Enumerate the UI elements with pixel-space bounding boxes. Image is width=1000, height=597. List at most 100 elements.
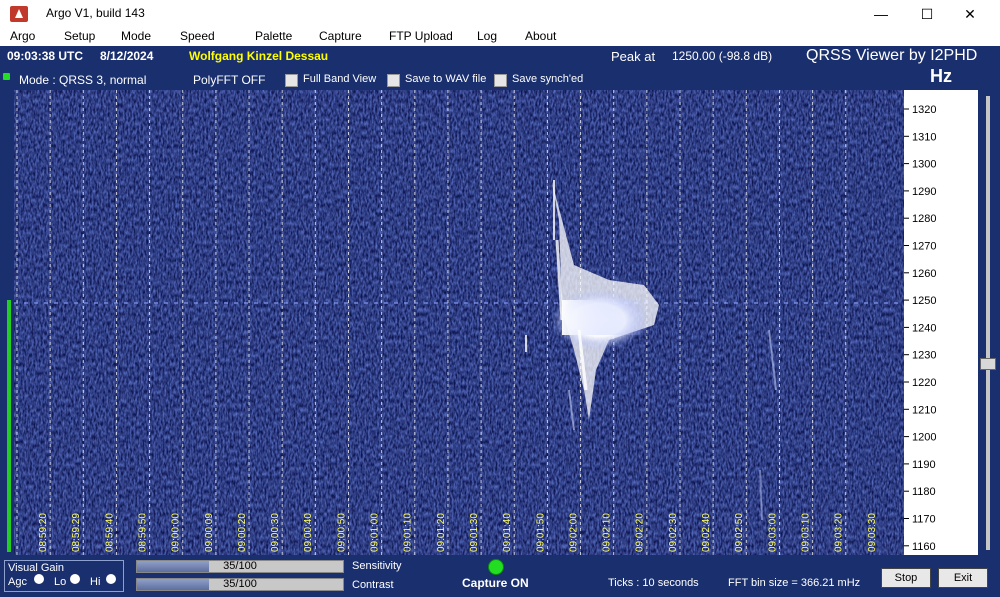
frequency-slider-thumb[interactable] [980,358,996,370]
freq-tick-label: 1270 [912,241,936,253]
exit-button[interactable]: Exit [938,568,988,588]
time-tick-label: 09:03:00 [767,513,778,552]
menu-speed[interactable]: Speed [180,28,215,44]
time-tick-label: 09:02:20 [635,513,646,552]
frequency-axis: 1320 1310 1300 1290 1280 1270 1260 1250 1240 1230… [904,104,936,553]
freq-tick-label: 1250 [912,295,936,307]
frequency-slider-track[interactable] [986,96,990,550]
time-tick-label: 09:00:00 [171,513,182,552]
freq-tick-label: 1310 [912,131,936,143]
menu-about[interactable]: About [525,28,556,44]
contrast-label: Contrast [352,579,394,591]
freq-tick-label: 1170 [912,514,936,526]
freq-tick-label: 1290 [912,186,936,198]
status-led [3,73,10,80]
contrast-value: 35/100 [223,578,257,590]
time-tick-label: 09:01:00 [370,513,381,552]
menu-setup[interactable]: Setup [64,28,95,44]
app-window: Argo V1, build 143 — ☐ ✕ Argo Setup Mode… [0,0,1000,597]
date: 8/12/2024 [100,49,154,63]
time-tick-label: 08:59:20 [38,513,49,552]
waterfall-noise [14,90,904,555]
stop-button[interactable]: Stop [881,568,931,588]
save-wav-checkbox[interactable] [387,74,400,87]
time-tick-label: 09:01:50 [535,513,546,552]
time-tick-label: 09:00:40 [303,513,314,552]
time-tick-label: 09:02:10 [602,513,613,552]
time-tick-label: 09:00:09 [204,513,215,552]
freq-tick-label: 1180 [912,486,936,498]
full-band-view-checkbox[interactable] [285,74,298,87]
time-tick-label: 09:02:30 [668,513,679,552]
time-tick-label: 09:00:30 [270,513,281,552]
time-tick-label: 09:02:50 [734,513,745,552]
agc-label: Agc [8,576,27,588]
menu-capture[interactable]: Capture [319,28,362,44]
contrast-bar[interactable]: 35/100 [136,578,344,591]
time-tick-label: 09:01:40 [502,513,513,552]
hi-radio[interactable] [106,574,116,584]
utc-time: 09:03:38 UTC [7,49,84,63]
waterfall-display[interactable]: 08:59:20 08:59:29 08:59:40 08:59:50 09:00:00… [14,90,904,555]
time-tick-label: 09:01:20 [436,513,447,552]
visual-gain-label: Visual Gain [8,562,65,574]
capture-status: Capture ON [462,576,529,590]
agc-radio[interactable] [34,574,44,584]
menu-argo[interactable]: Argo [10,28,35,44]
station-name: Wolfgang Kinzel Dessau [189,49,329,63]
menu-bar: Argo Setup Mode Speed Palette Capture FT… [0,28,1000,46]
lo-radio[interactable] [70,574,80,584]
minimize-button[interactable]: — [866,4,896,24]
freq-tick-label: 1190 [912,459,936,471]
time-tick-label: 09:00:50 [336,513,347,552]
sensitivity-value: 35/100 [223,560,257,572]
time-tick-label: 09:01:30 [469,513,480,552]
freq-tick-label: 1320 [912,104,936,116]
save-synched-label: Save synch'ed [512,73,584,85]
freq-tick-label: 1160 [912,541,936,553]
capture-led-icon [488,559,504,575]
freq-tick-label: 1260 [912,268,936,280]
save-synched-checkbox[interactable] [494,74,507,87]
title-bar: Argo V1, build 143 — ☐ ✕ [0,0,1000,28]
time-tick-label: 09:02:00 [568,513,579,552]
polyfft-status[interactable]: PolyFFT OFF [193,73,265,87]
menu-log[interactable]: Log [477,28,497,44]
menu-ftp-upload[interactable]: FTP Upload [389,28,453,44]
maximize-button[interactable]: ☐ [912,4,942,24]
frequency-scale: 1320 1310 1300 1290 1280 1270 1260 1250 1240 1230… [904,90,978,555]
sensitivity-bar[interactable]: 35/100 [136,560,344,573]
time-tick-label: 09:03:10 [800,513,811,552]
menu-palette[interactable]: Palette [255,28,292,44]
freq-tick-label: 1230 [912,350,936,362]
freq-tick-label: 1280 [912,213,936,225]
frequency-unit: Hz [930,66,952,86]
freq-tick-label: 1210 [912,404,936,416]
time-tick-label: 09:03:20 [834,513,845,552]
hi-label: Hi [90,576,101,588]
time-tick-label: 09:00:20 [237,513,248,552]
bottom-control-bar: Visual Gain Agc Lo Hi 35/100 35/100 Sens… [0,555,1000,597]
time-tick-label: 08:59:29 [71,513,82,552]
info-bar: 09:03:38 UTC 8/12/2024 Wolfgang Kinzel D… [0,46,1000,90]
peak-label: Peak at [611,49,656,64]
time-tick-label: 09:03:30 [867,513,878,552]
app-credit: QRSS Viewer by I2PHD [806,47,978,64]
freq-tick-label: 1300 [912,159,936,171]
time-tick-label: 08:59:50 [137,513,148,552]
ticks-info: Ticks : 10 seconds [608,577,699,589]
fft-bin-info: FFT bin size = 366.21 mHz [728,577,861,589]
close-button[interactable]: ✕ [955,4,985,24]
freq-tick-label: 1220 [912,377,936,389]
lo-label: Lo [54,576,67,588]
freq-tick-label: 1200 [912,432,936,444]
save-wav-label: Save to WAV file [405,73,487,85]
peak-value: 1250.00 (-98.8 dB) [672,49,773,63]
sensitivity-label: Sensitivity [352,560,402,572]
time-tick-label: 09:02:40 [701,513,712,552]
menu-mode[interactable]: Mode [121,28,151,44]
full-band-view-label: Full Band View [303,73,377,85]
level-meter-bar [7,300,11,552]
app-logo-icon [10,6,28,22]
freq-tick-label: 1240 [912,322,936,334]
